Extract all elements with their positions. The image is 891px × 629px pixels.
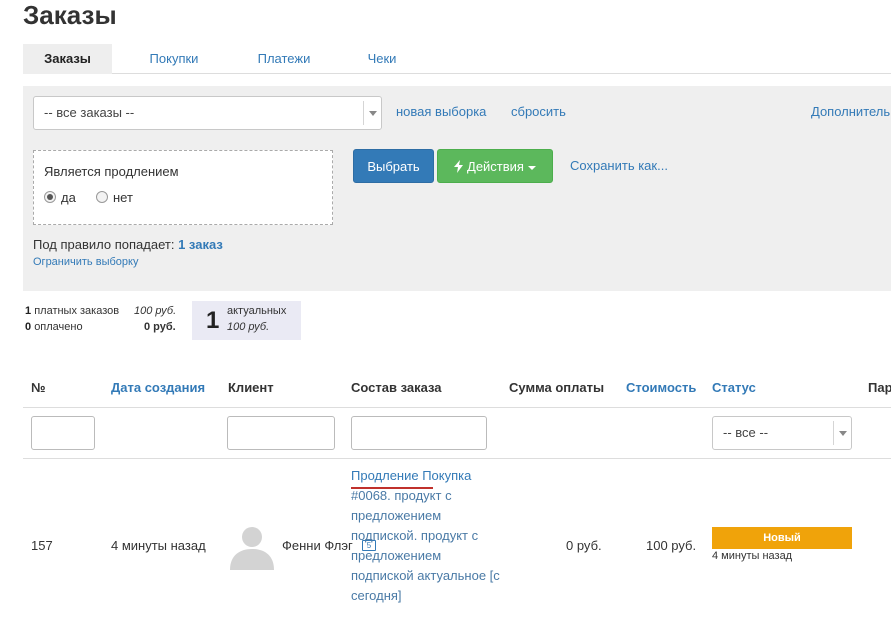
filter-row-divider	[23, 458, 891, 459]
limit-selection-link[interactable]: Ограничить выборку	[33, 256, 138, 268]
condition-title: Является продлением	[44, 164, 179, 179]
order-cost: 100 руб.	[646, 538, 697, 553]
order-composition-first[interactable]: Продление Покупка	[351, 468, 471, 483]
col-status[interactable]: Статус	[712, 380, 756, 396]
new-selection-link[interactable]: новая выборка	[396, 104, 486, 119]
order-id-link[interactable]: 157	[31, 536, 53, 556]
order-paid-sum: 0 руб.	[566, 538, 602, 553]
actual-count: 1	[206, 307, 220, 334]
chevron-down-icon	[363, 101, 381, 125]
col-number: №	[31, 380, 46, 395]
page-title: Заказы	[23, 0, 117, 30]
tab-payments[interactable]: Платежи	[241, 44, 327, 74]
condition-box: Является продлением да нет	[33, 150, 333, 225]
radio-yes-label: да	[61, 190, 76, 205]
paid-orders-label: платных заказов	[34, 305, 120, 317]
order-created: 4 минуты назад	[111, 538, 206, 553]
paid-orders-count: 1	[25, 305, 32, 317]
col-composition: Состав заказа	[351, 380, 442, 395]
lightning-icon	[454, 160, 464, 173]
status-time: 4 минуты назад	[712, 550, 793, 562]
rule-match-label: Под правило попадает:	[33, 237, 175, 252]
status-badge: Новый	[712, 527, 852, 549]
save-as-link[interactable]: Сохранить как...	[570, 158, 668, 173]
caret-down-icon	[527, 165, 536, 170]
header-divider	[23, 407, 891, 408]
reset-link[interactable]: сбросить	[511, 104, 566, 119]
paid-sum: 0 руб.	[144, 321, 176, 333]
status-filter-select[interactable]: -- все --	[712, 416, 852, 450]
order-composition-rest: #0068. продукт с предложением подпиской.…	[351, 488, 500, 603]
additional-link[interactable]: Дополнительн	[811, 104, 891, 119]
paid-orders-sum-value: 100 руб.	[134, 305, 177, 317]
number-filter-input[interactable]	[31, 416, 95, 450]
selection-select[interactable]: -- все заказы --	[33, 96, 382, 130]
col-cost[interactable]: Стоимость	[626, 380, 696, 396]
col-params: Пар	[868, 380, 891, 395]
tab-receipts[interactable]: Чеки	[345, 44, 419, 74]
rule-match: Под правило попадает: 1 заказ	[33, 237, 223, 252]
actual-stat-box[interactable]: 1 актуальных 100 руб.	[192, 301, 301, 340]
chevron-down-icon	[833, 421, 851, 445]
actions-button-label: Действия	[467, 159, 524, 174]
paid-label: оплачено	[34, 321, 83, 333]
paid-count: 0	[25, 321, 32, 333]
client-link[interactable]: Фенни Флэг	[282, 536, 353, 556]
status-filter-value: -- все --	[723, 425, 769, 440]
actual-label: актуальных	[227, 305, 287, 317]
paid-stat: 0 оплачено	[25, 319, 83, 335]
actual-sum: 100 руб.	[227, 321, 270, 333]
user-avatar-icon	[228, 522, 276, 570]
col-paid-sum: Сумма оплаты	[509, 380, 605, 395]
col-created[interactable]: Дата создания	[111, 380, 205, 396]
selection-select-value: -- все заказы --	[44, 105, 135, 120]
rule-match-count[interactable]: 1 заказ	[178, 237, 223, 252]
actions-button[interactable]: Действия	[437, 149, 553, 183]
red-underline	[351, 487, 433, 489]
client-filter-input[interactable]	[227, 416, 335, 450]
radio-yes[interactable]	[44, 191, 56, 203]
radio-no-label: нет	[113, 190, 133, 205]
composition-filter-input[interactable]	[351, 416, 487, 450]
tab-bar: Заказы Покупки Платежи Чеки	[23, 44, 891, 74]
paid-orders-stat: 1 платных заказов	[25, 303, 119, 319]
tab-orders[interactable]: Заказы	[23, 44, 112, 74]
select-button[interactable]: Выбрать	[353, 149, 434, 183]
tab-purchases[interactable]: Покупки	[131, 44, 217, 74]
col-client: Клиент	[228, 380, 274, 395]
radio-no[interactable]	[96, 191, 108, 203]
paid-orders-sum: 100 руб.	[134, 303, 176, 319]
